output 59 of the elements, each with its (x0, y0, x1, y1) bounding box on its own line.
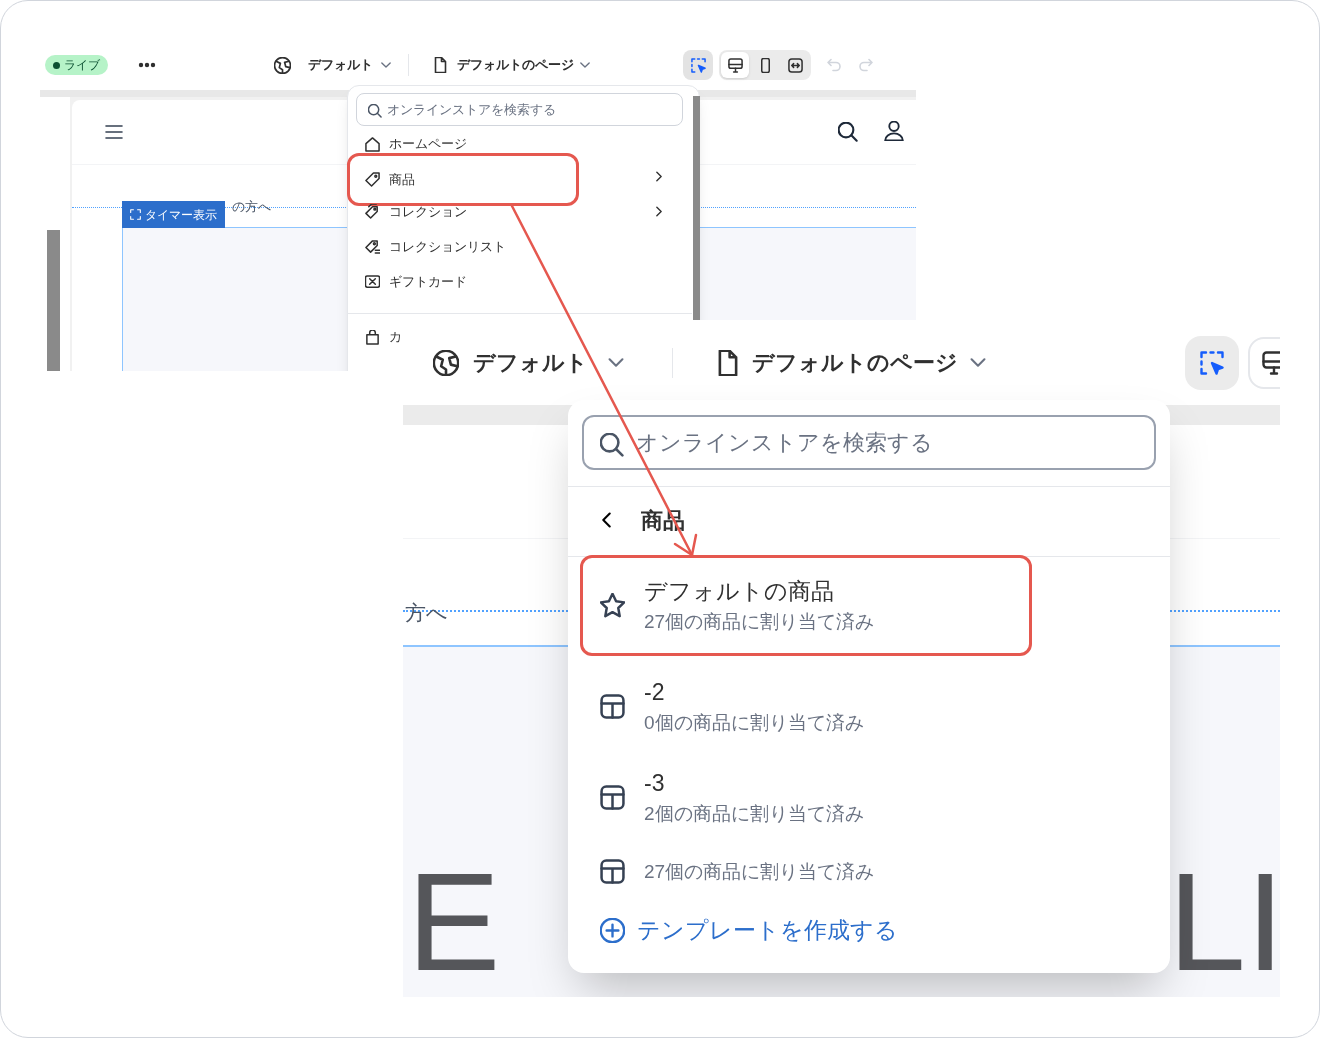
tag-list-icon (365, 239, 380, 254)
globe-icon (433, 349, 459, 376)
search-icon (368, 104, 382, 118)
cursor-select-icon (1200, 350, 1224, 375)
hero-text: LI (1168, 852, 1280, 992)
menu-item[interactable]: ホームページ (365, 133, 467, 155)
chevron-down-icon (381, 62, 391, 68)
chevron-down-icon (580, 62, 590, 68)
scrollbar[interactable] (47, 230, 60, 371)
chevron-left-icon (602, 512, 611, 528)
theme-selector[interactable]: デフォルト (473, 346, 588, 379)
badge-label: タイマー表示 (145, 206, 217, 224)
globe-icon (274, 56, 291, 74)
section-text: の方へ (232, 198, 271, 216)
chevron-right-icon[interactable] (656, 171, 662, 182)
theme-selector[interactable]: デフォルト (308, 55, 373, 75)
template-item[interactable]: -3 2個の商品に割り当て済み (580, 752, 1032, 843)
menu-item[interactable]: ギフトカード (365, 270, 467, 293)
inspector-button[interactable] (1185, 335, 1239, 390)
desktop-icon (727, 57, 743, 73)
chevron-right-icon[interactable] (656, 206, 662, 217)
search-field[interactable]: オンラインストアを検索する (584, 417, 1154, 468)
section-text: 方へ (405, 600, 448, 626)
menu-item[interactable]: 商品 (347, 153, 579, 206)
inspector-button[interactable] (683, 50, 713, 80)
menu-item[interactable]: カ (365, 326, 402, 348)
template-item[interactable]: -2 0個の商品に割り当て済み (580, 661, 1032, 752)
template-item[interactable]: 27個の商品に割り当て済み (580, 843, 1032, 899)
search-icon[interactable] (838, 122, 858, 142)
tags-icon (365, 204, 380, 219)
star-icon (600, 593, 625, 618)
search-field[interactable]: オンラインストアを検索する (357, 94, 682, 125)
cursor-select-icon (690, 57, 706, 73)
file-icon (718, 349, 738, 376)
create-template-link[interactable]: テンプレートを作成する (600, 905, 898, 955)
template-selector[interactable]: デフォルトのページ (457, 55, 574, 75)
layout-icon (600, 785, 625, 810)
template-selector[interactable]: デフォルトのページ (752, 346, 958, 379)
chevron-down-icon (970, 358, 986, 367)
template-item[interactable]: デフォルトの商品 27個の商品に割り当て済み (580, 555, 1032, 656)
file-icon (434, 57, 447, 73)
scrollbar[interactable] (693, 96, 700, 321)
layout-icon (600, 858, 625, 884)
status-badge: ライブ (45, 55, 108, 75)
chevron-down-icon (608, 358, 624, 367)
hero-text: E (407, 852, 501, 992)
desktop-icon (1262, 350, 1280, 375)
menu-icon[interactable] (104, 125, 124, 139)
more-icon[interactable] (138, 62, 156, 68)
bag-icon (365, 329, 380, 345)
user-icon[interactable] (884, 121, 904, 141)
layout-icon (600, 694, 625, 719)
tag-icon (365, 172, 380, 187)
search-icon (600, 433, 624, 457)
home-icon (365, 136, 380, 152)
frame-icon (130, 209, 141, 220)
menu-item[interactable]: コレクションリスト (365, 235, 506, 258)
full-width-icon (787, 57, 803, 73)
view-mode-button[interactable] (721, 52, 749, 78)
